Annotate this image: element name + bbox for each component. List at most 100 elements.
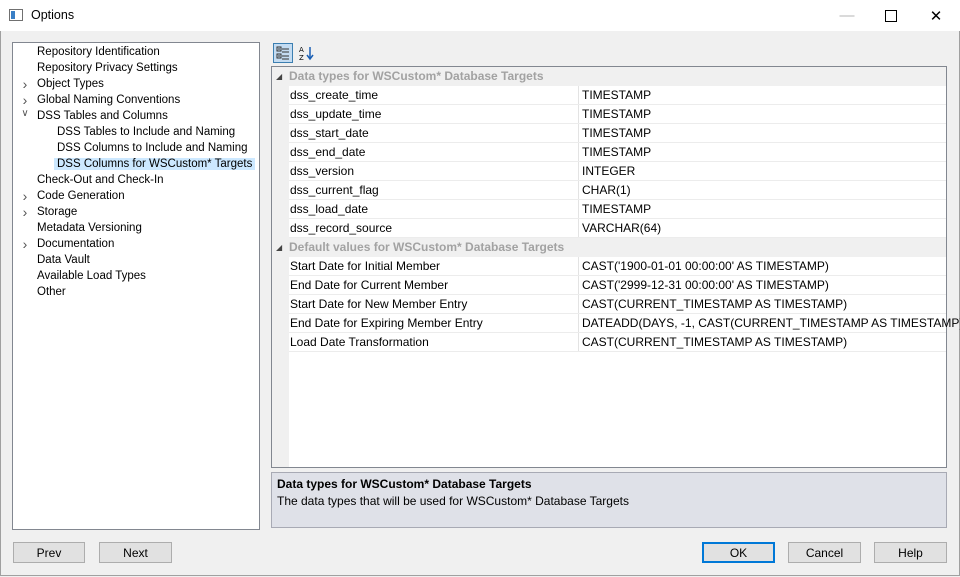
tree-item-label: Documentation <box>37 238 115 250</box>
property-row[interactable]: dss_record_source VARCHAR(64) <box>272 219 946 238</box>
maximize-button[interactable] <box>868 0 914 31</box>
collapse-triangle-icon[interactable]: ◢ <box>276 238 282 257</box>
description-text: The data types that will be used for WSC… <box>277 494 629 508</box>
property-value[interactable]: DATEADD(DAYS, -1, CAST(CURRENT_TIMESTAMP… <box>578 314 960 333</box>
category-label: Data types for WSCustom* Database Target… <box>289 69 544 83</box>
property-row[interactable]: dss_current_flag CHAR(1) <box>272 181 946 200</box>
tree-item[interactable]: Repository Identification <box>37 44 160 60</box>
tree-item[interactable]: Other <box>37 284 66 300</box>
property-name: dss_current_flag <box>290 183 379 197</box>
tree-item[interactable]: DSS Tables and Columns <box>37 108 168 124</box>
property-row[interactable]: dss_create_time TIMESTAMP <box>272 86 946 105</box>
tree-item[interactable]: Repository Privacy Settings <box>37 60 178 76</box>
tree-item[interactable]: Available Load Types <box>37 268 146 284</box>
property-row[interactable]: dss_version INTEGER <box>272 162 946 181</box>
property-value[interactable]: CAST('1900-01-01 00:00:00' AS TIMESTAMP) <box>578 257 946 276</box>
property-value[interactable]: CAST('2999-12-31 00:00:00' AS TIMESTAMP) <box>578 276 946 295</box>
tree-item[interactable]: Check-Out and Check-In <box>37 172 164 188</box>
property-row[interactable]: Start Date for New Member Entry CAST(CURR… <box>272 295 946 314</box>
chevron-right-icon[interactable]: › <box>20 204 30 220</box>
property-name: Load Date Transformation <box>290 335 429 349</box>
categorized-view-button[interactable] <box>273 43 293 63</box>
close-button[interactable]: ✕ <box>913 0 959 31</box>
property-name: End Date for Expiring Member Entry <box>290 316 483 330</box>
property-grid[interactable]: ◢ Data types for WSCustom* Database Targe… <box>271 66 960 468</box>
tree-item[interactable]: Object Types <box>37 76 104 92</box>
tree-item-label: DSS Columns for WSCustom* Targets <box>54 158 256 170</box>
property-name: dss_create_time <box>290 88 379 102</box>
next-button[interactable]: Next <box>99 542 172 563</box>
svg-text:Z: Z <box>299 54 304 61</box>
property-row[interactable]: dss_end_date TIMESTAMP <box>272 143 946 162</box>
description-title: Data types for WSCustom* Database Target… <box>277 477 532 491</box>
chevron-right-icon[interactable]: › <box>20 236 30 252</box>
property-value[interactable]: CAST(CURRENT_TIMESTAMP AS TIMESTAMP) <box>578 295 946 314</box>
property-row[interactable]: End Date for Expiring Member Entry DATEAD… <box>272 314 960 333</box>
chevron-right-icon[interactable]: › <box>20 76 30 92</box>
categorized-icon <box>276 46 289 60</box>
ok-button[interactable]: OK <box>702 542 775 563</box>
options-window-icon <box>9 9 23 21</box>
tree-item-label: Other <box>37 286 66 298</box>
chevron-down-icon[interactable]: ∨ <box>20 108 30 124</box>
tree-item-label: DSS Columns to Include and Naming <box>57 142 248 154</box>
help-button[interactable]: Help <box>874 542 947 563</box>
property-row[interactable]: Start Date for Initial Member CAST('1900-… <box>272 257 946 276</box>
property-row[interactable]: Load Date Transformation CAST(CURRENT_TIM… <box>272 333 946 352</box>
property-row[interactable]: dss_start_date TIMESTAMP <box>272 124 946 143</box>
category-row[interactable]: ◢ Data types for WSCustom* Database Targe… <box>272 67 946 86</box>
tree-item[interactable]: Documentation <box>37 236 114 252</box>
tree-item[interactable]: DSS Columns to Include and Naming <box>57 140 248 156</box>
minimize-icon: — <box>839 7 855 24</box>
property-value[interactable]: INTEGER <box>578 162 946 181</box>
tree-item-label: Repository Privacy Settings <box>37 62 178 74</box>
property-value[interactable]: TIMESTAMP <box>578 105 946 124</box>
property-row[interactable]: dss_update_time TIMESTAMP <box>272 105 946 124</box>
property-value[interactable]: VARCHAR(64) <box>578 219 946 238</box>
property-name: End Date for Current Member <box>290 278 449 292</box>
svg-text:A: A <box>299 46 304 54</box>
tree-item[interactable]: Data Vault <box>37 252 90 268</box>
property-name: Start Date for Initial Member <box>290 259 441 273</box>
property-name: dss_update_time <box>290 107 382 121</box>
alphabetical-view-button[interactable]: A Z <box>296 43 316 63</box>
row-divider <box>289 351 946 352</box>
tree-item[interactable]: DSS Tables to Include and Naming <box>57 124 235 140</box>
tree-item[interactable]: DSS Columns for WSCustom* Targets <box>54 156 256 172</box>
tree-item-label: Data Vault <box>37 254 90 266</box>
tree-item[interactable]: Metadata Versioning <box>37 220 142 236</box>
tree-item-label: DSS Tables to Include and Naming <box>57 126 236 138</box>
property-row[interactable]: End Date for Current Member CAST('2999-12… <box>272 276 946 295</box>
tree-item-label: Storage <box>37 206 78 218</box>
property-value[interactable]: TIMESTAMP <box>578 143 946 162</box>
tree-item-label: Object Types <box>37 78 104 90</box>
minimize-button[interactable]: — <box>824 0 870 31</box>
chevron-right-icon[interactable]: › <box>20 188 30 204</box>
tree-item-label: Global Naming Conventions <box>37 94 181 106</box>
chevron-right-icon[interactable]: › <box>20 92 30 108</box>
category-row[interactable]: ◢ Default values for WSCustom* Database T… <box>272 238 946 257</box>
tree-item-label: Repository Identification <box>37 46 160 58</box>
property-name: dss_version <box>290 164 355 178</box>
cancel-button[interactable]: Cancel <box>788 542 861 563</box>
prev-button[interactable]: Prev <box>13 542 85 563</box>
property-row[interactable]: dss_load_date TIMESTAMP <box>272 200 946 219</box>
property-value[interactable]: CAST(CURRENT_TIMESTAMP AS TIMESTAMP) <box>578 333 946 352</box>
tree-item[interactable]: Storage <box>37 204 77 220</box>
tree-item-label: Available Load Types <box>37 270 146 282</box>
tree-item-label: Check-Out and Check-In <box>37 174 164 186</box>
close-icon: ✕ <box>929 7 943 25</box>
maximize-icon <box>885 9 897 22</box>
sort-alphabetical-icon: A Z <box>299 46 314 61</box>
property-value[interactable]: TIMESTAMP <box>578 124 946 143</box>
tree-item[interactable]: Global Naming Conventions <box>37 92 180 108</box>
window-title: Options <box>31 8 75 22</box>
options-tree[interactable]: Repository Identification Repository Priv… <box>12 42 260 530</box>
tree-item-label: Metadata Versioning <box>37 222 142 234</box>
tree-item[interactable]: Code Generation <box>37 188 125 204</box>
collapse-triangle-icon[interactable]: ◢ <box>276 67 282 86</box>
property-value[interactable]: TIMESTAMP <box>578 86 946 105</box>
property-value[interactable]: CHAR(1) <box>578 181 946 200</box>
tree-item-label: DSS Tables and Columns <box>37 110 168 122</box>
property-value[interactable]: TIMESTAMP <box>578 200 946 219</box>
